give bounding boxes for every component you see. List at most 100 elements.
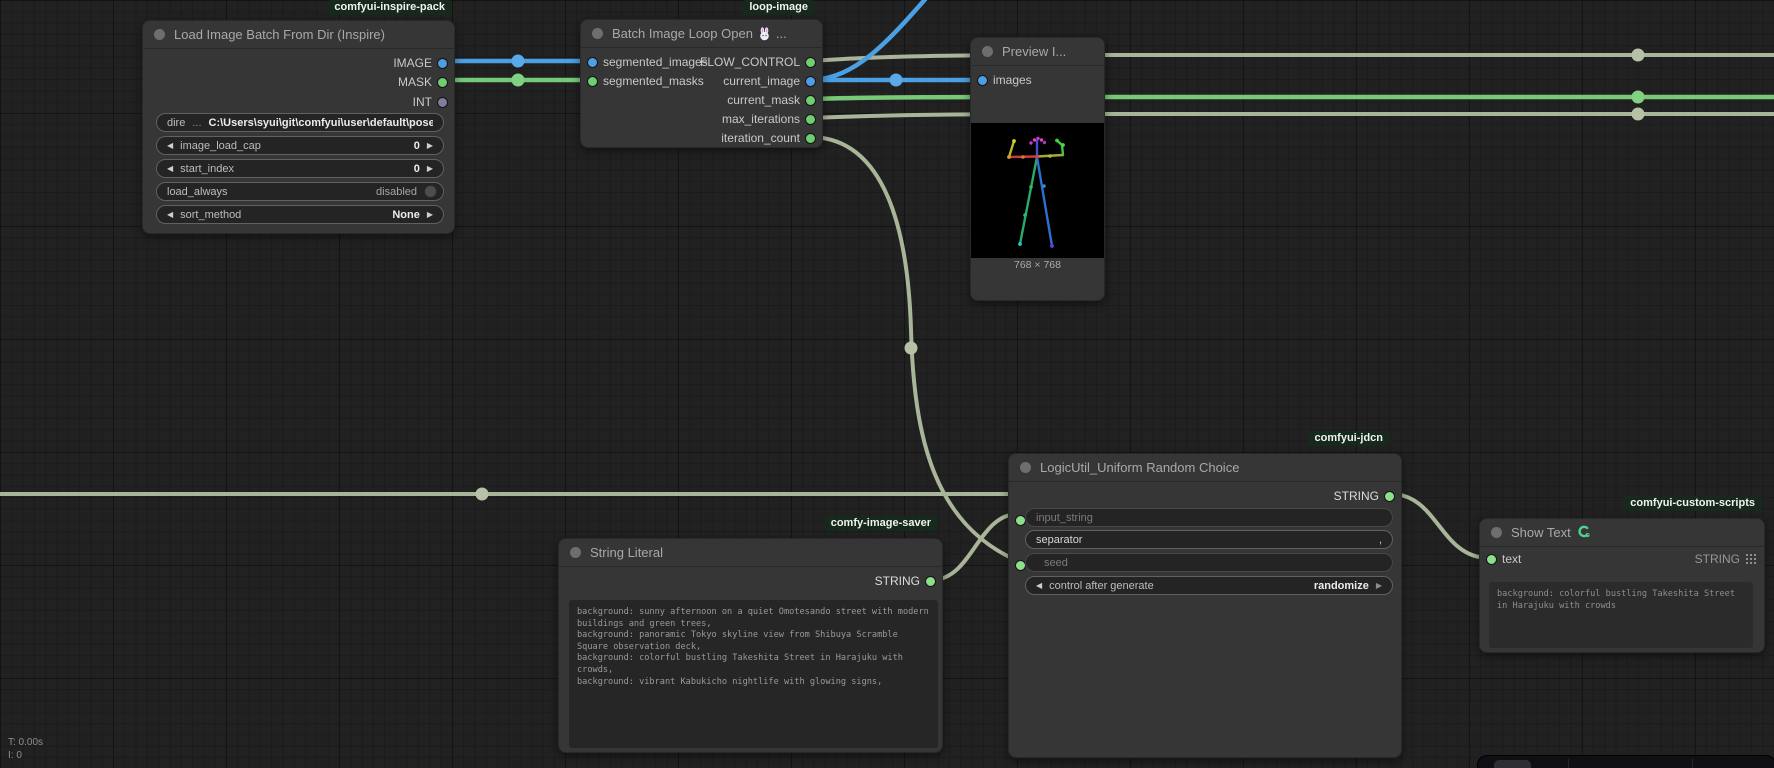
node-titlebar[interactable]: LogicUtil_Uniform Random Choice xyxy=(1009,454,1401,482)
widget-separator[interactable]: separator , xyxy=(1025,530,1393,549)
widget-label: load_always xyxy=(167,186,228,198)
output-label: STRING xyxy=(1695,552,1740,566)
string-literal-textarea[interactable]: background: sunny afternoon on a quiet O… xyxy=(569,600,938,748)
reroute-dot[interactable] xyxy=(476,488,489,501)
decrement-arrow-icon[interactable]: ◀ xyxy=(167,142,173,150)
widget-seed[interactable]: seed xyxy=(1025,553,1393,572)
decrement-arrow-icon[interactable]: ◀ xyxy=(167,165,173,173)
output-port-image[interactable] xyxy=(437,58,448,69)
output-port-flow-control[interactable] xyxy=(805,57,816,68)
widget-sort-method[interactable]: ◀ sort_method None ▶ xyxy=(156,205,444,224)
output-port-int[interactable] xyxy=(437,97,448,108)
widget-control-after-generate[interactable]: ◀ control after generate randomize ▶ xyxy=(1025,576,1393,595)
increment-arrow-icon[interactable]: ▶ xyxy=(1376,582,1382,590)
widget-image-load-cap[interactable]: ◀ image_load_cap 0 ▶ xyxy=(156,136,444,155)
node-batch-image-loop[interactable]: Batch Image Loop Open ... segmented_imag… xyxy=(580,19,823,148)
collapse-dot-icon[interactable] xyxy=(592,28,603,39)
node-uniform-random-choice[interactable]: LogicUtil_Uniform Random Choice STRING i… xyxy=(1008,453,1402,758)
output-port-current-image[interactable] xyxy=(805,76,816,87)
reroute-dot[interactable] xyxy=(890,74,903,87)
output-row: MASK xyxy=(143,72,454,91)
input-row: text xyxy=(1480,549,1580,568)
output-port-max-iterations[interactable] xyxy=(805,114,816,125)
snake-icon xyxy=(1576,525,1591,540)
node-titlebar[interactable]: String Literal xyxy=(559,539,942,567)
node-titlebar[interactable]: Show Text xyxy=(1480,519,1764,547)
input-label: segmented_images xyxy=(603,55,708,69)
output-label: current_image xyxy=(723,74,800,88)
collapse-dot-icon[interactable] xyxy=(1491,527,1502,538)
output-port-string[interactable] xyxy=(1384,491,1395,502)
input-row: segmented_masks xyxy=(581,71,711,90)
wire-current-image-branch xyxy=(812,0,928,80)
widget-value: disabled xyxy=(376,186,417,198)
node-title-suffix: ... xyxy=(776,26,787,41)
grid-handle-icon[interactable] xyxy=(1746,554,1756,564)
decrement-arrow-icon[interactable]: ◀ xyxy=(1036,582,1042,590)
node-tag-loop-image: loop-image xyxy=(742,0,815,15)
node-titlebar[interactable]: Batch Image Loop Open ... xyxy=(581,20,822,48)
input-port-text[interactable] xyxy=(1486,554,1497,565)
preview-pose-image xyxy=(971,123,1104,258)
increment-arrow-icon[interactable]: ▶ xyxy=(427,165,433,173)
input-port-segmented-images[interactable] xyxy=(587,57,598,68)
increment-arrow-icon[interactable]: ▶ xyxy=(427,142,433,150)
widget-input-string[interactable]: input_string xyxy=(1025,508,1393,527)
widget-label: input_string xyxy=(1036,512,1093,524)
widget-start-index[interactable]: ◀ start_index 0 ▶ xyxy=(156,159,444,178)
collapse-dot-icon[interactable] xyxy=(154,29,165,40)
reroute-dot[interactable] xyxy=(1632,91,1645,104)
wire-current-mask xyxy=(812,97,1774,99)
input-port-images[interactable] xyxy=(977,75,988,86)
collapse-dot-icon[interactable] xyxy=(982,46,993,57)
output-label: FLOW_CONTROL xyxy=(700,55,800,69)
rabbit-icon xyxy=(758,27,771,41)
output-row: IMAGE xyxy=(143,53,454,72)
input-port-segmented-masks[interactable] xyxy=(587,76,598,87)
status-overlay: T: 0.00s I: 0 xyxy=(8,736,43,762)
output-port-mask[interactable] xyxy=(437,77,448,88)
node-title: Show Text xyxy=(1511,525,1571,540)
reroute-dot[interactable] xyxy=(512,55,525,68)
output-label: STRING xyxy=(1334,489,1379,503)
node-titlebar[interactable]: Preview I... xyxy=(971,38,1104,66)
output-label: MASK xyxy=(398,75,432,89)
reroute-dot[interactable] xyxy=(1632,108,1645,121)
node-show-text[interactable]: Show Text text STRING backgro xyxy=(1479,518,1765,653)
reroute-dot[interactable] xyxy=(905,342,918,355)
toggle-knob[interactable] xyxy=(424,185,437,198)
collapse-dot-icon[interactable] xyxy=(570,547,581,558)
show-text-textarea[interactable]: background: colorful bustling Takeshita … xyxy=(1489,582,1753,648)
node-preview-image[interactable]: Preview I... images xyxy=(970,37,1105,301)
decrement-arrow-icon[interactable]: ◀ xyxy=(167,211,173,219)
increment-arrow-icon[interactable]: ▶ xyxy=(427,211,433,219)
output-label: STRING xyxy=(875,574,920,588)
node-graph-canvas[interactable]: comfyui-inspire-pack loop-image comfyui-… xyxy=(0,0,1774,768)
widget-label: seed xyxy=(1044,557,1068,569)
widget-value: randomize xyxy=(1314,580,1369,592)
node-tag-comfy-image-saver: comfy-image-saver xyxy=(824,516,938,531)
output-row: FLOW_CONTROL xyxy=(709,52,822,71)
widget-directory[interactable]: dire ... C:\Users\syui\git\comfyui\user\… xyxy=(156,113,444,132)
partial-node-bottom-right[interactable] xyxy=(1477,755,1774,768)
node-string-literal[interactable]: String Literal STRING background: sunny … xyxy=(558,538,943,753)
node-load-image-batch[interactable]: Load Image Batch From Dir (Inspire) IMAG… xyxy=(142,20,455,234)
widget-ellipsis: ... xyxy=(192,117,201,129)
pose-skeleton-graphic xyxy=(971,123,1106,258)
reroute-dot[interactable] xyxy=(1632,49,1645,62)
output-port-string[interactable] xyxy=(925,576,936,587)
node-tag-comfyui-jdcn: comfyui-jdcn xyxy=(1308,431,1390,446)
widget-load-always[interactable]: load_always disabled xyxy=(156,182,444,201)
output-row: max_iterations xyxy=(709,109,822,128)
node-titlebar[interactable]: Load Image Batch From Dir (Inspire) xyxy=(143,21,454,49)
output-row: INT xyxy=(143,92,454,111)
output-port-current-mask[interactable] xyxy=(805,95,816,106)
node-title: Load Image Batch From Dir (Inspire) xyxy=(174,27,385,42)
partial-node-tab xyxy=(1494,760,1531,768)
reroute-dot[interactable] xyxy=(512,74,525,87)
collapse-dot-icon[interactable] xyxy=(1020,462,1031,473)
widget-label: sort_method xyxy=(180,209,241,221)
output-port-iteration-count[interactable] xyxy=(805,133,816,144)
widget-value: C:\Users\syui\git\comfyui\user\default\p… xyxy=(209,117,433,129)
output-row: current_mask xyxy=(709,90,822,109)
